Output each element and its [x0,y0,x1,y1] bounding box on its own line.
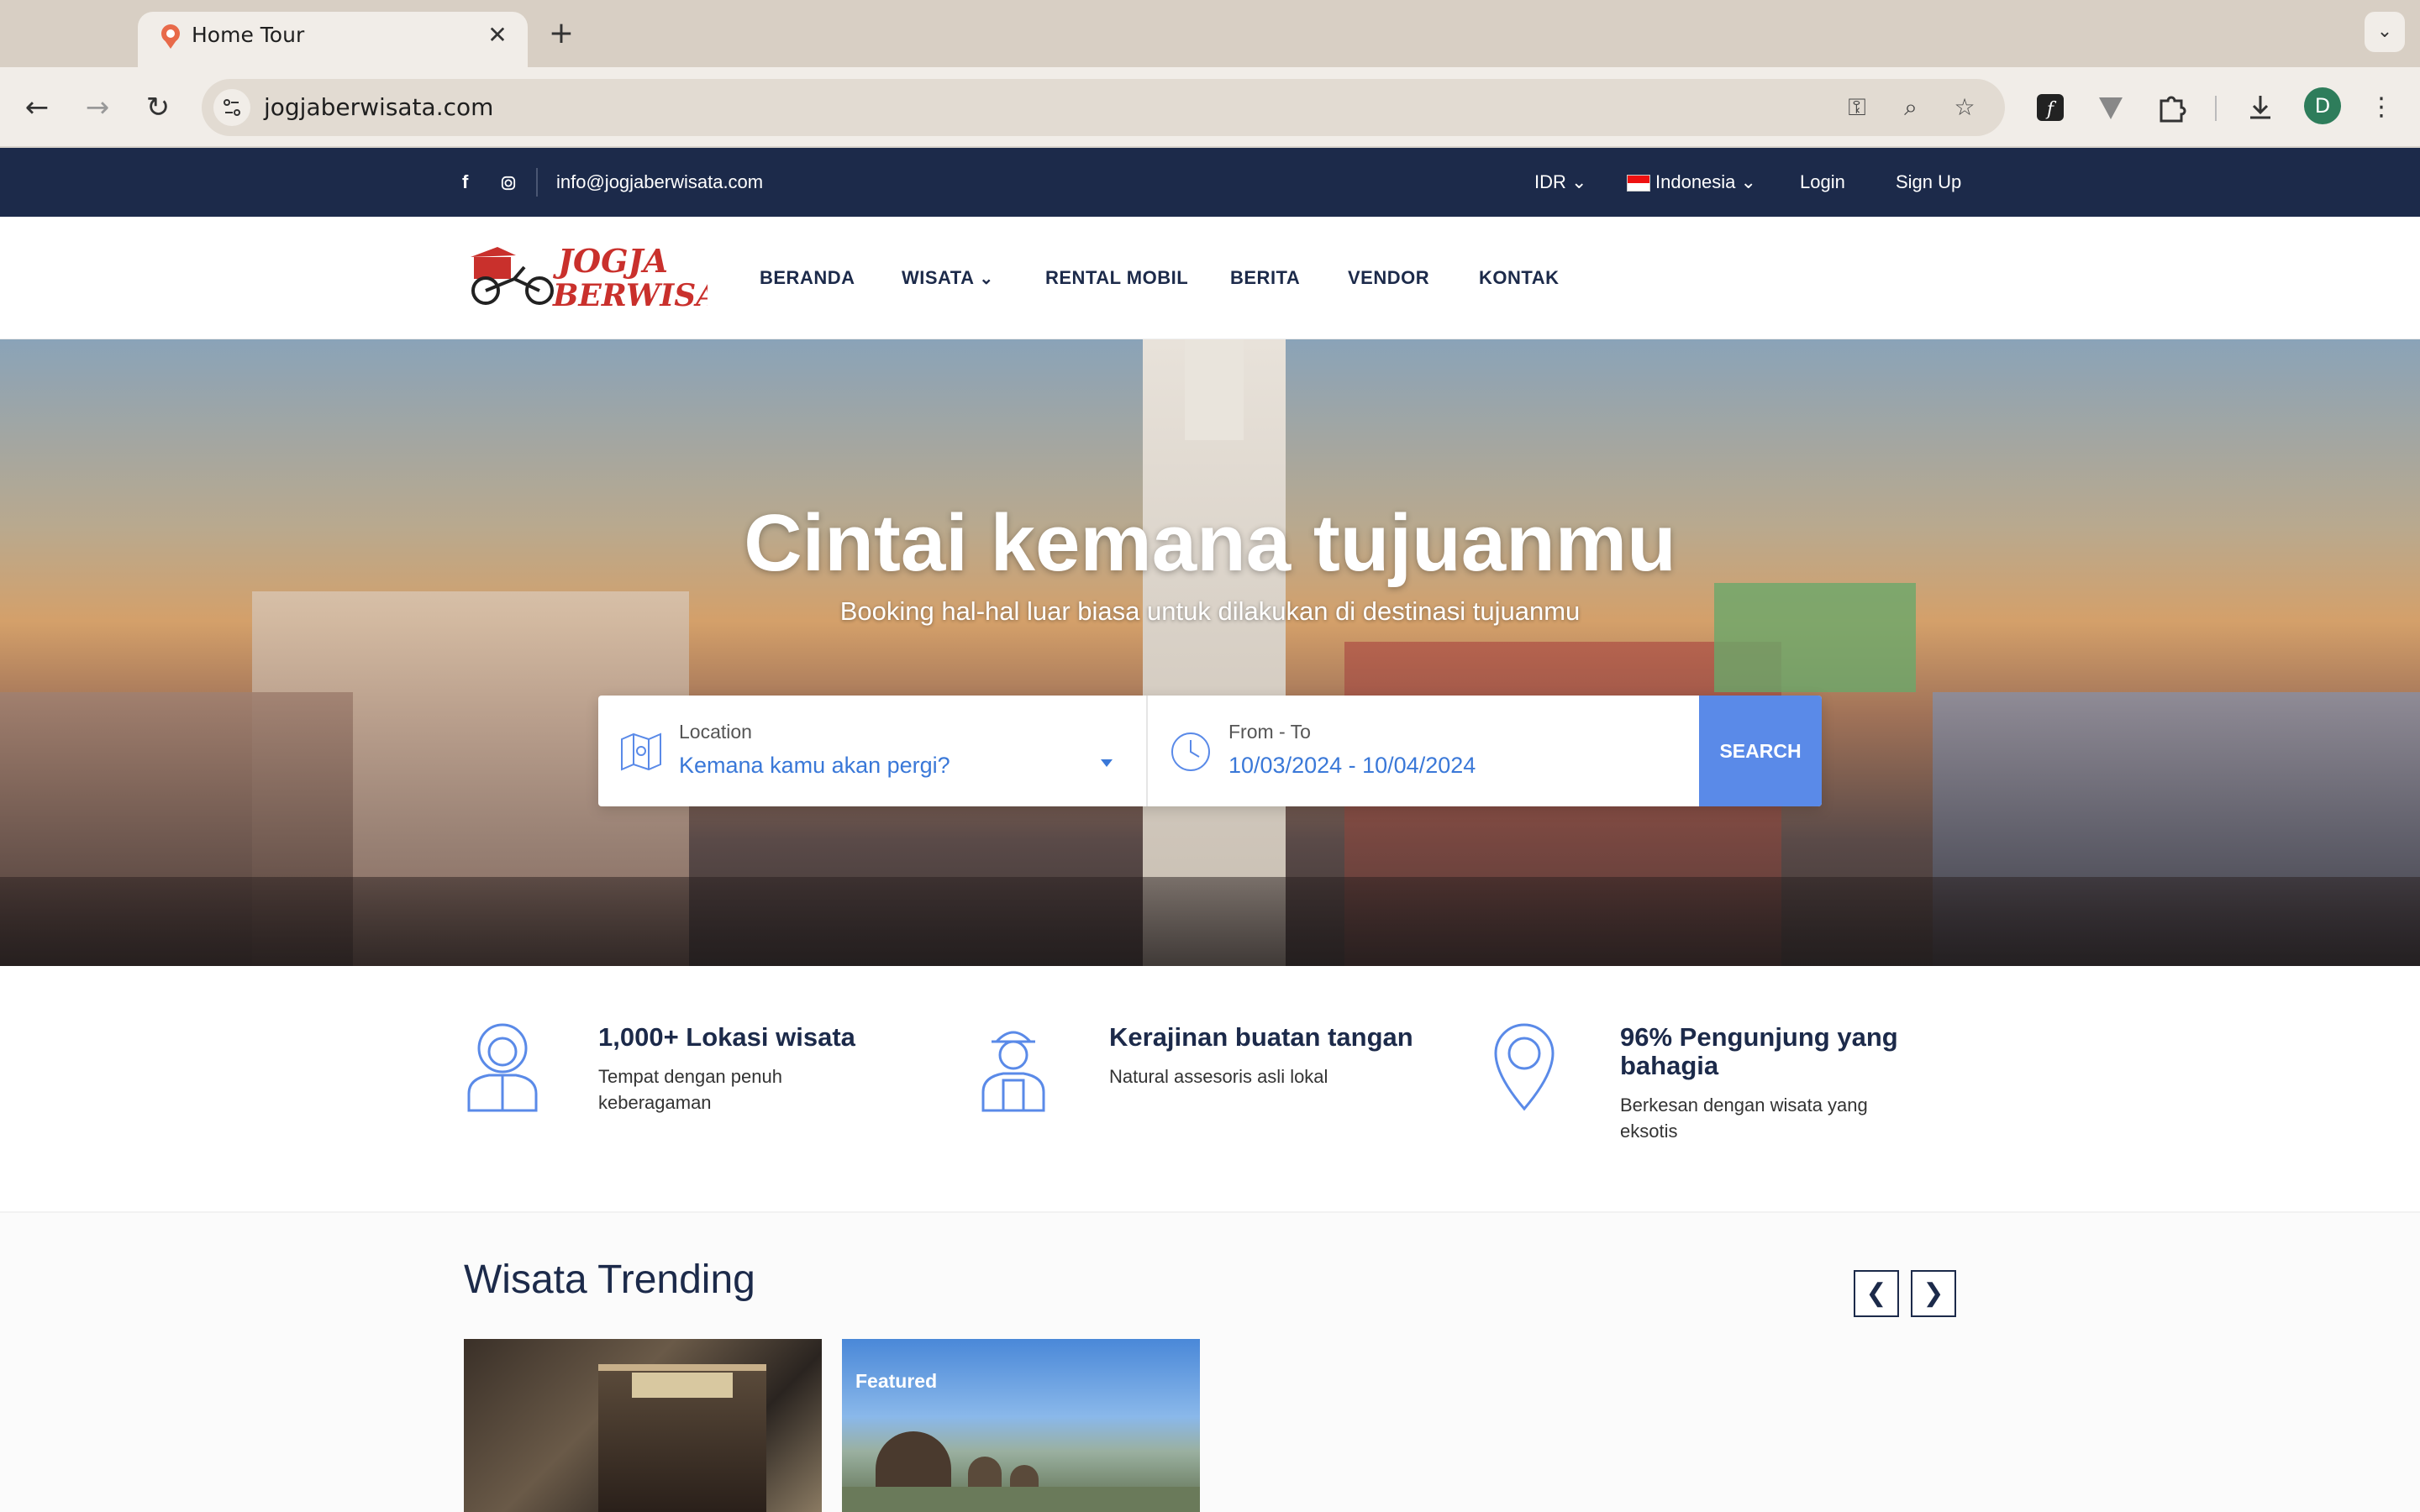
craftsman-person-icon [981,1031,1045,1112]
nav-wisata[interactable]: WISATA ⌄ [902,217,994,340]
featured-badge: Featured [855,1370,938,1392]
contact-email[interactable]: info@jogjaberwisata.com [556,148,763,217]
feature-description: Tempat dengan penuh keberagaman [598,1066,782,1113]
nav-kontak[interactable]: KONTAK [1479,217,1559,339]
tour-card-1[interactable] [464,1339,822,1512]
browser-tabstrip: Home Tour ✕ + ⌄ [0,0,2420,67]
date-range-value[interactable]: 10/03/2024 - 10/04/2024 [1228,753,1476,779]
nav-wisata-label: WISATA [902,267,974,288]
reload-icon[interactable]: ↻ [138,87,178,128]
location-label: Location [679,721,752,743]
signup-link[interactable]: Sign Up [1896,148,1961,217]
map-pin-favicon-icon [161,24,180,49]
chevron-down-icon: ⌄ [1571,171,1587,192]
browser-menu-icon[interactable]: ⋮ [2361,87,2402,128]
trending-title: Wisata Trending [464,1257,755,1302]
chevron-down-icon: ⌄ [1740,171,1756,192]
date-range-field[interactable]: From - To 10/03/2024 - 10/04/2024 [1148,696,1699,806]
chevron-down-icon: ⌄ [979,270,994,288]
search-button[interactable]: SEARCH [1699,696,1822,806]
hero-background-street [0,877,2420,966]
tour-card-2[interactable]: Featured [842,1339,1200,1512]
nav-beranda[interactable]: BERANDA [760,217,855,339]
profile-avatar[interactable]: D [2304,87,2341,124]
topbar-divider [536,168,538,197]
date-range-label: From - To [1228,721,1311,743]
extension-f-icon[interactable]: f [2030,87,2070,128]
card-image-sign [632,1373,733,1398]
browser-tab[interactable]: Home Tour ✕ [138,12,528,67]
extension-v-icon[interactable] [2091,87,2131,128]
location-field[interactable]: Location Kemana kamu akan pergi? [598,696,1146,806]
dropdown-caret-icon[interactable] [1101,759,1113,767]
zoom-icon[interactable]: ⌕ [1894,91,1928,124]
tab-title: Home Tour [192,23,305,47]
nav-vendor[interactable]: VENDOR [1348,217,1429,339]
svg-text:JOGJA: JOGJA [553,242,668,280]
forward-icon[interactable]: → [77,87,118,128]
back-icon[interactable]: ← [17,87,57,128]
login-link[interactable]: Login [1800,148,1845,217]
location-pin-icon [1494,1023,1555,1111]
map-icon [621,732,661,771]
address-bar[interactable]: jogjaberwisata.com ⚿ ⌕ ☆ [202,79,2005,136]
feature-title: Kerajinan buatan tangan [1109,1022,1413,1052]
card-image-hills [842,1487,1200,1512]
feature-description: Natural assesoris asli lokal [1109,1066,1328,1087]
language-label: Indonesia [1655,171,1736,192]
site-topbar: f info@jogjaberwisata.com IDR ⌄ Indonesi… [0,148,2420,217]
search-form: Location Kemana kamu akan pergi? From - … [598,696,1822,806]
feature-description: Berkesan dengan wisata yang eksotis [1620,1095,1868,1142]
hero-title: Cintai kemana tujuanmu [744,498,1676,588]
hero-banner: Cintai kemana tujuanmu Booking hal-hal l… [0,339,2420,966]
password-key-icon[interactable]: ⚿ [1840,91,1874,124]
svg-text:BERWISATA: BERWISATA [552,278,708,312]
location-select-value[interactable]: Kemana kamu akan pergi? [679,753,950,779]
clock-icon [1171,732,1210,771]
site-info-icon[interactable] [213,89,250,126]
trending-section [0,1213,2420,1512]
hero-background-monument-top [1185,339,1244,440]
language-selector[interactable]: Indonesia ⌄ [1627,148,1756,217]
browser-toolbar: ← → ↻ jogjaberwisata.com ⚿ ⌕ ☆ f ⋮ [0,67,2420,148]
main-navigation: JOGJA BERWISATA BERANDA WISATA ⌄ RENTAL … [0,217,2420,339]
nav-rental-mobil[interactable]: RENTAL MOBIL [1045,217,1188,339]
bookmark-star-icon[interactable]: ☆ [1948,91,1981,124]
download-icon[interactable] [2240,87,2281,128]
currency-label: IDR [1534,171,1566,192]
nav-berita[interactable]: BERITA [1230,217,1300,339]
traveler-person-icon [467,1023,538,1112]
facebook-icon[interactable]: f [462,148,468,217]
carousel-next-button[interactable]: ❯ [1911,1270,1956,1317]
url-text[interactable]: jogjaberwisata.com [264,91,493,124]
feature-title: 96% Pengunjung yang bahagia [1620,1022,1898,1080]
jogja-berwisata-logo[interactable]: JOGJA BERWISATA [464,242,708,312]
instagram-icon[interactable] [501,148,516,217]
tab-search-button[interactable]: ⌄ [2365,12,2405,52]
extensions-puzzle-icon[interactable] [2151,87,2191,128]
toolbar-divider [2215,96,2217,121]
new-tab-button[interactable]: + [544,17,578,50]
tab-close-icon[interactable]: ✕ [482,20,513,50]
indonesia-flag-icon [1627,175,1650,192]
currency-selector[interactable]: IDR ⌄ [1534,148,1586,217]
feature-title: 1,000+ Lokasi wisata [598,1022,855,1052]
carousel-prev-button[interactable]: ❮ [1854,1270,1899,1317]
hero-subtitle: Booking hal-hal luar biasa untuk dilakuk… [839,596,1581,626]
